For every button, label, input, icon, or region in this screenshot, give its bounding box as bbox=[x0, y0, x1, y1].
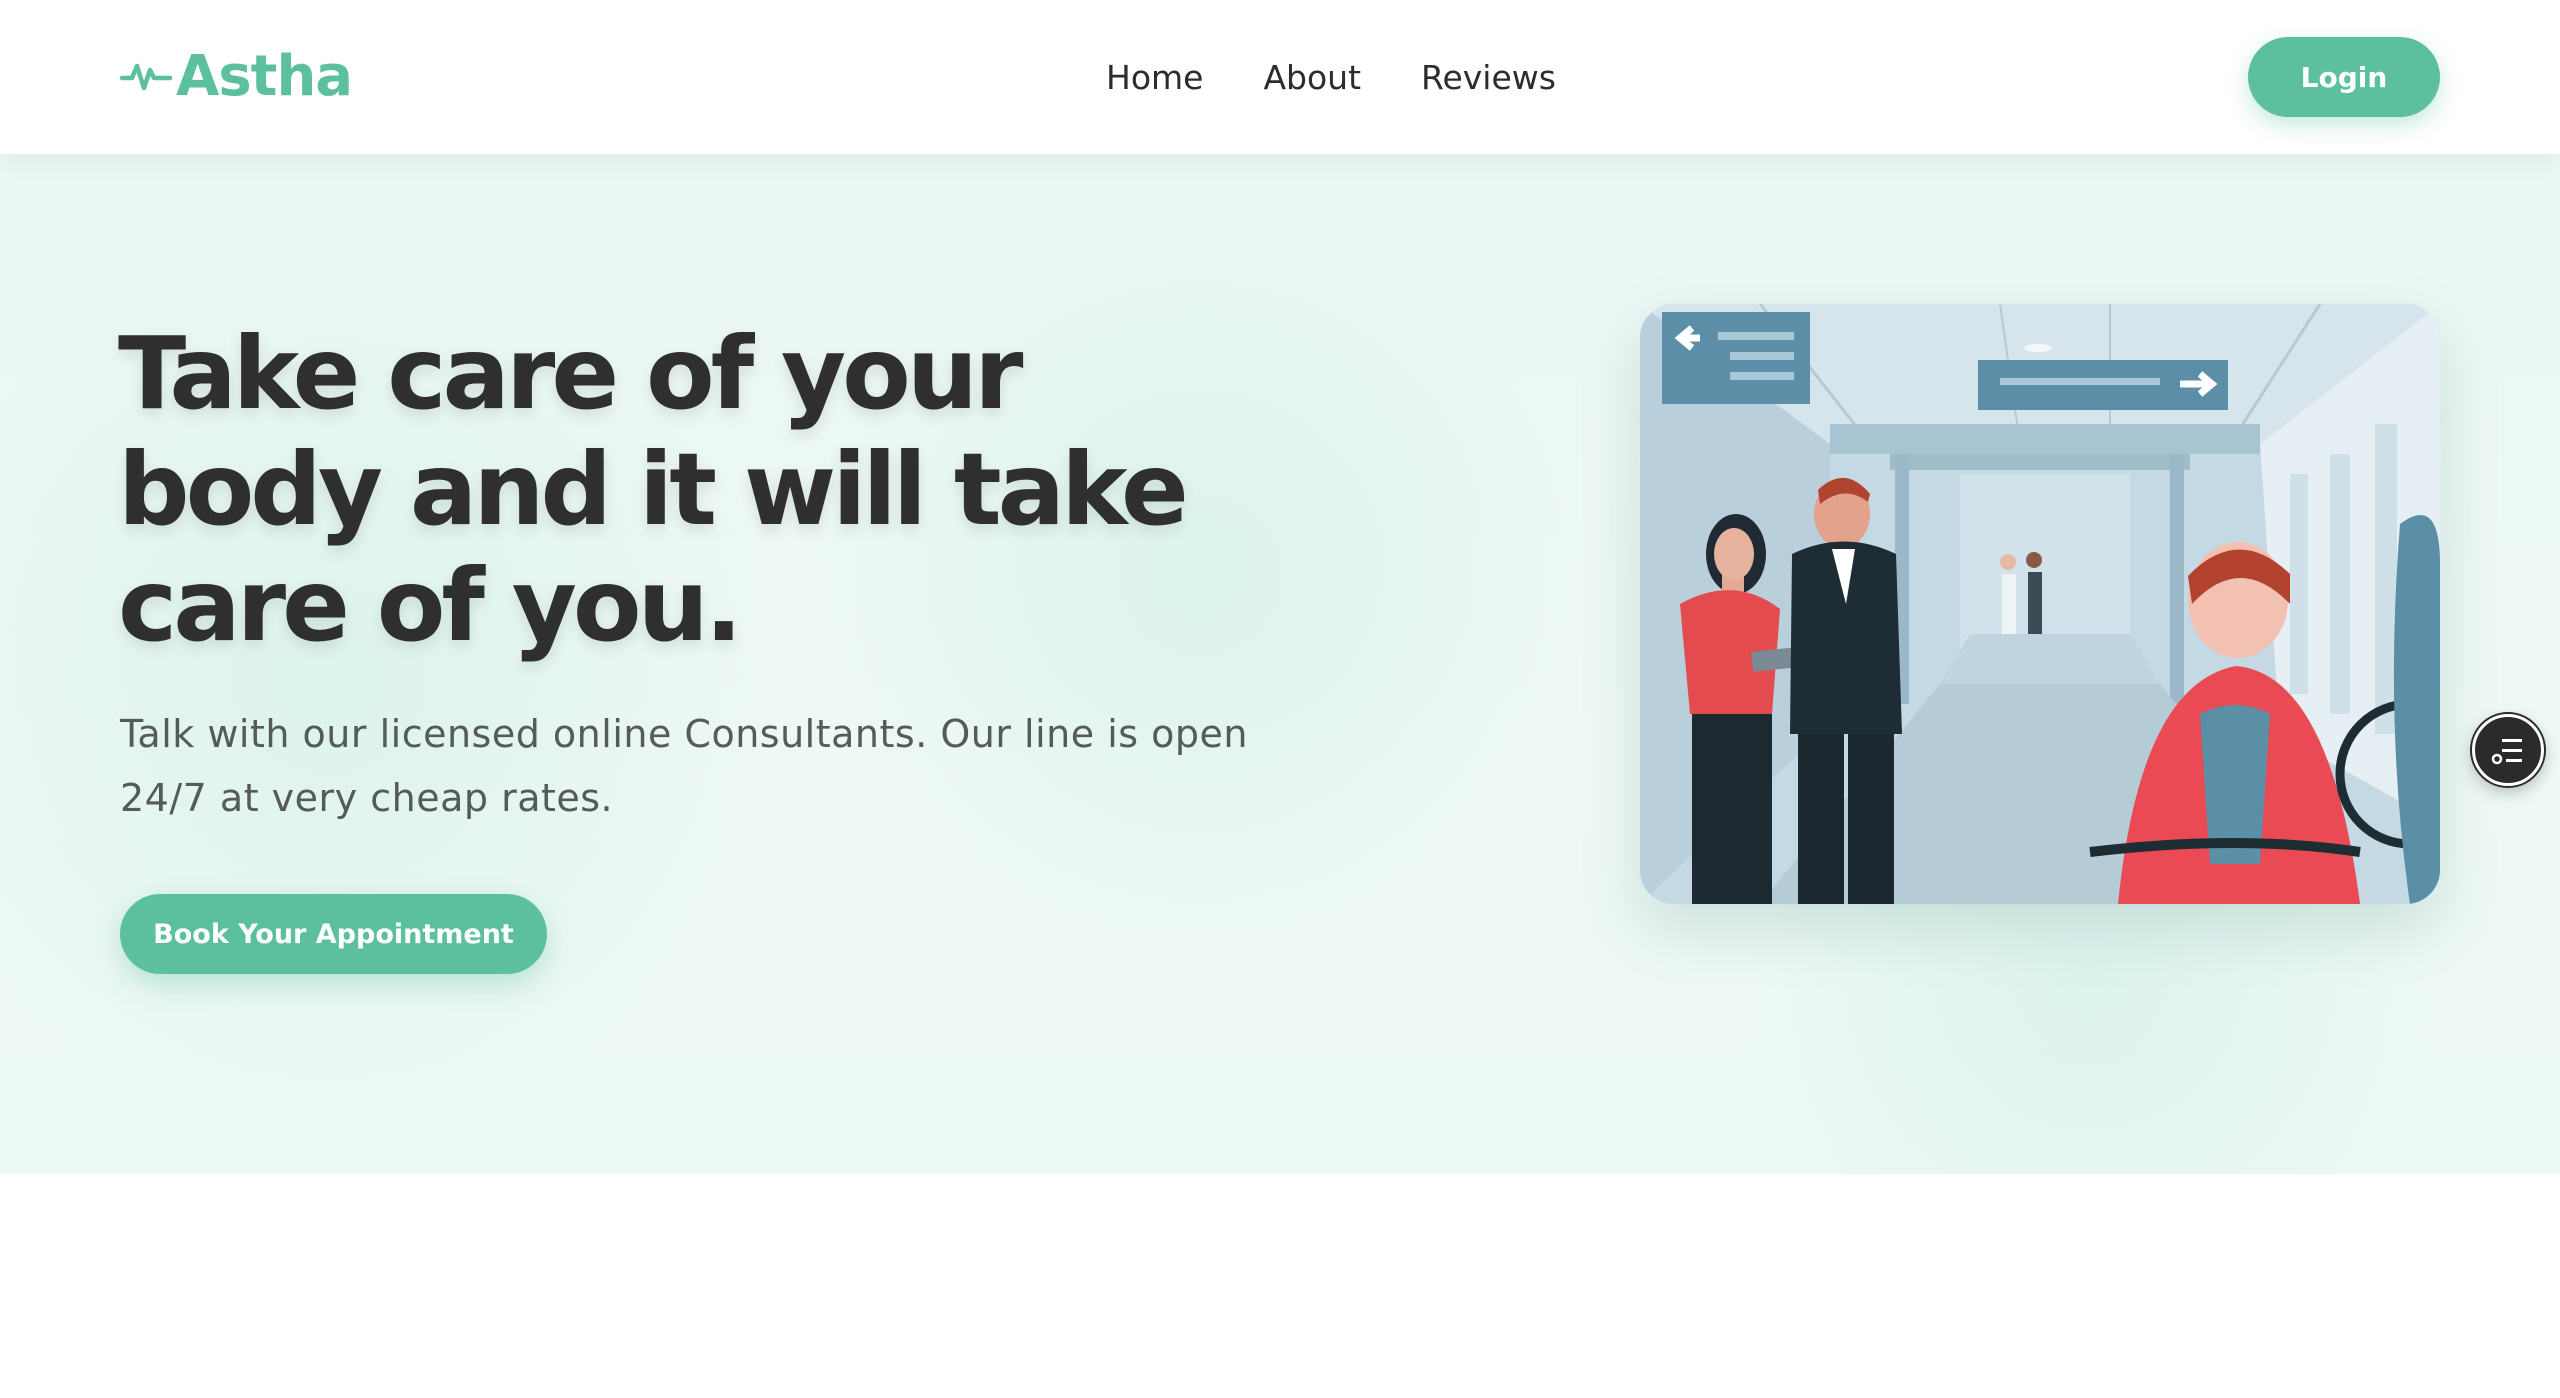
hero-section: Take care of your body and it will take … bbox=[0, 154, 2560, 1174]
navbar: Astha Home About Reviews Login bbox=[0, 0, 2560, 154]
pulse-icon bbox=[120, 56, 172, 96]
brand-logo[interactable]: Astha bbox=[120, 40, 353, 112]
hero-subtitle: Talk with our licensed online Consultant… bbox=[120, 712, 1248, 820]
hero-illustration bbox=[1640, 304, 2440, 904]
nav-link-home[interactable]: Home bbox=[1106, 58, 1203, 97]
hero-title: Take care of your body and it will take … bbox=[118, 315, 1189, 664]
checklist-icon bbox=[2490, 735, 2526, 765]
hospital-illustration bbox=[1640, 304, 2440, 904]
brand-name: Astha bbox=[176, 43, 353, 109]
main-nav: Home About Reviews bbox=[1106, 52, 1556, 102]
page-bottom bbox=[0, 1174, 2560, 1398]
book-appointment-button[interactable]: Book Your Appointment bbox=[120, 894, 547, 974]
floating-menu-button[interactable] bbox=[2472, 714, 2544, 786]
login-button[interactable]: Login bbox=[2248, 37, 2440, 117]
nav-link-reviews[interactable]: Reviews bbox=[1421, 58, 1556, 97]
nav-link-about[interactable]: About bbox=[1263, 58, 1361, 97]
